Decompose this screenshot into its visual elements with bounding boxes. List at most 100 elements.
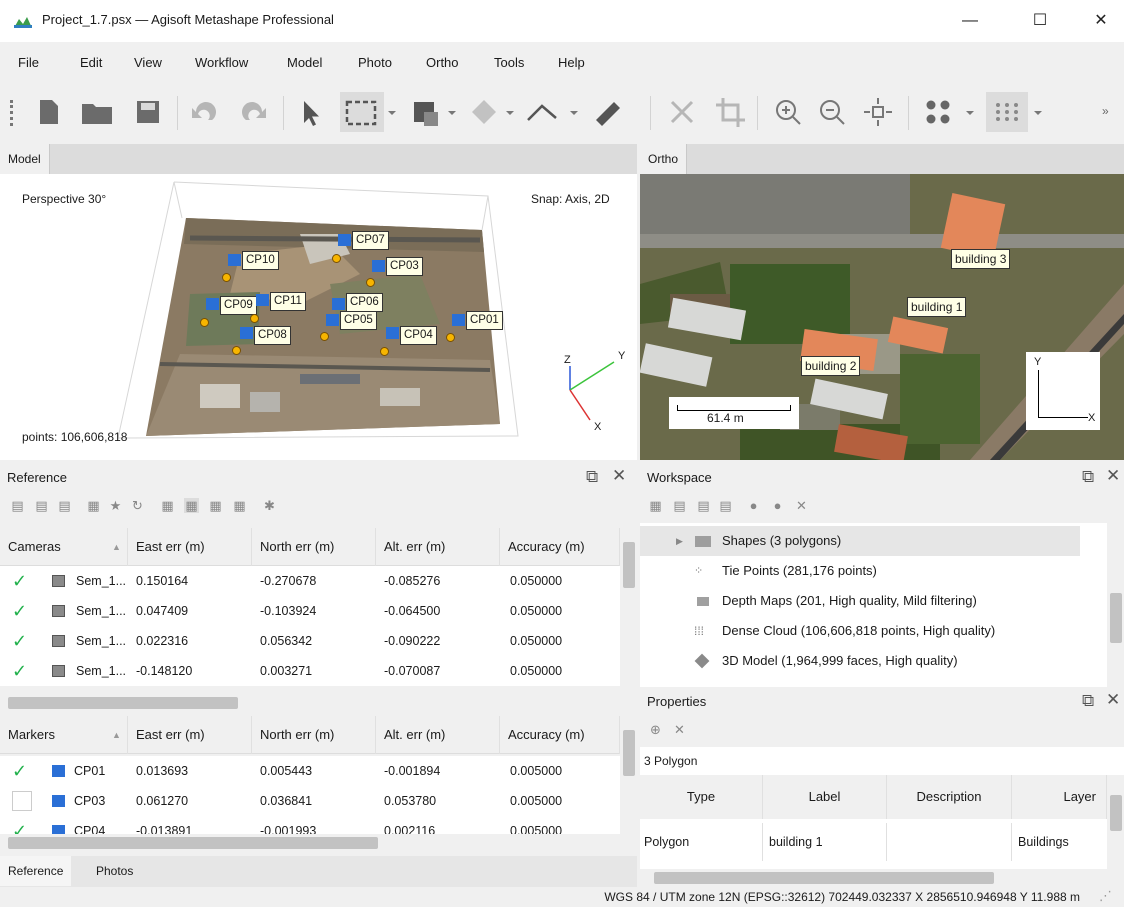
paint-selection-icon[interactable] [404, 92, 444, 132]
refresh-icon[interactable]: ↻ [130, 498, 145, 513]
expand-arrow-icon[interactable]: ▶ [676, 526, 683, 556]
marker-point[interactable] [320, 332, 329, 341]
col-type[interactable]: Type [640, 775, 763, 819]
add-chunk-icon[interactable]: ▦ [648, 498, 663, 513]
tree-item-tie-points[interactable]: ⁘ Tie Points (281,176 points) [640, 556, 1080, 586]
add-photos-icon[interactable]: ▤ [672, 498, 687, 513]
col-accuracy[interactable]: Accuracy (m) [500, 716, 620, 754]
checkmark-icon[interactable]: ✓ [12, 601, 32, 621]
maximize-button[interactable]: ☐ [1017, 6, 1063, 36]
col-markers[interactable]: Markers [0, 716, 128, 754]
menu-photo[interactable]: Photo [358, 55, 392, 70]
col-layer[interactable]: Layer [1012, 775, 1107, 819]
marker-cp09[interactable]: CP09 [220, 296, 257, 315]
tab-photos[interactable]: Photos [88, 856, 141, 886]
ruler-icon[interactable] [588, 92, 628, 132]
dense-cloud-icon[interactable] [986, 92, 1028, 132]
label-building-2[interactable]: building 2 [801, 356, 861, 376]
remove-icon[interactable]: ✕ [794, 498, 809, 513]
add-folder-icon[interactable]: ▤ [696, 498, 711, 513]
marker-point[interactable] [366, 278, 375, 287]
marker-tool-icon[interactable] [464, 92, 504, 132]
marker-dropdown-icon[interactable] [502, 92, 518, 132]
menu-file[interactable]: File [18, 55, 39, 70]
marker-point[interactable] [332, 254, 341, 263]
marker-point[interactable] [232, 346, 241, 355]
view-errors-icon[interactable]: ▦ [184, 498, 199, 513]
polyline-dropdown-icon[interactable] [566, 92, 582, 132]
camera-row[interactable]: ✓ Sem_1... 0.150164 -0.270678 -0.085276 … [0, 566, 620, 596]
properties-vscroll[interactable] [1107, 775, 1124, 869]
close-properties-icon[interactable]: ✕ [1106, 690, 1120, 710]
marker-cp06[interactable]: CP06 [346, 293, 383, 312]
toolbar-overflow-icon[interactable]: » [1102, 104, 1109, 118]
zoom-in-icon[interactable] [768, 92, 808, 132]
menu-edit[interactable]: Edit [80, 55, 102, 70]
undock-properties-icon[interactable]: ⧉ [1082, 691, 1094, 711]
resize-grip-icon[interactable]: ⋰ [1099, 888, 1112, 904]
marker-point[interactable] [200, 318, 209, 327]
marker-point[interactable] [222, 273, 231, 282]
marker-cp10[interactable]: CP10 [242, 251, 279, 270]
description-cell[interactable] [892, 823, 1012, 861]
view-variance-icon[interactable]: ▦ [208, 498, 223, 513]
label-building-3[interactable]: building 3 [951, 249, 1011, 269]
label-cell[interactable]: building 1 [769, 823, 887, 861]
marker-cp01[interactable]: CP01 [466, 311, 503, 330]
menu-view[interactable]: View [134, 55, 162, 70]
checkmark-icon[interactable]: ✓ [12, 821, 32, 834]
import-icon[interactable]: ▤ [10, 498, 25, 513]
redo-icon[interactable] [234, 92, 274, 132]
marker-cp04[interactable]: CP04 [400, 326, 437, 345]
navigation-pointer-icon[interactable] [290, 92, 330, 132]
marker-point[interactable] [250, 314, 259, 323]
markers-vscroll[interactable] [620, 716, 637, 832]
tab-model[interactable]: Model [0, 144, 50, 174]
cameras-vscroll[interactable] [620, 528, 637, 696]
marker-cp08[interactable]: CP08 [254, 326, 291, 345]
camera-row[interactable]: ✓ Sem_1... -0.148120 0.003271 -0.070087 … [0, 656, 620, 686]
ortho-viewport[interactable]: building 3 building 1 building 2 61.4 m … [640, 174, 1124, 460]
tree-item-depth-maps[interactable]: Depth Maps (201, High quality, Mild filt… [640, 586, 1080, 616]
marker-point[interactable] [380, 347, 389, 356]
menu-help[interactable]: Help [558, 55, 585, 70]
marker-row[interactable]: ✓ CP01 0.013693 0.005443 -0.001894 0.005… [0, 756, 620, 786]
dense-cloud-dropdown-icon[interactable] [1030, 92, 1046, 132]
polyline-tool-icon[interactable] [522, 92, 562, 132]
checkmark-icon[interactable]: ✓ [12, 661, 32, 681]
toolbar-grip[interactable] [10, 100, 14, 126]
new-document-icon[interactable] [28, 92, 68, 132]
col-east-err[interactable]: East err (m) [128, 716, 252, 754]
marker-point[interactable] [446, 333, 455, 342]
tab-ortho[interactable]: Ortho [640, 144, 688, 174]
undock-workspace-icon[interactable]: ⧉ [1082, 467, 1094, 487]
tab-reference[interactable]: Reference [0, 856, 72, 886]
convert-icon[interactable]: ▤ [57, 498, 72, 513]
marker-row[interactable]: CP03 0.061270 0.036841 0.053780 0.005000 [0, 786, 620, 816]
col-north-err[interactable]: North err (m) [252, 528, 376, 566]
markers-hscroll[interactable] [0, 834, 637, 851]
properties-row[interactable]: Polygon building 1 Buildings [640, 819, 1107, 869]
view-estimated-icon[interactable]: ▦ [232, 498, 247, 513]
calculator-icon[interactable]: ▦ [86, 498, 101, 513]
view-source-icon[interactable]: ▦ [160, 498, 175, 513]
close-reference-icon[interactable]: ✕ [612, 466, 626, 486]
col-accuracy[interactable]: Accuracy (m) [500, 528, 620, 566]
paint-dropdown-icon[interactable] [444, 92, 460, 132]
camera-row[interactable]: ✓ Sem_1... 0.047409 -0.103924 -0.064500 … [0, 596, 620, 626]
star-icon[interactable]: ★ [108, 498, 123, 513]
checkmark-icon[interactable]: ✓ [12, 631, 32, 651]
menu-ortho[interactable]: Ortho [426, 55, 459, 70]
checkmark-icon[interactable]: ✓ [12, 571, 32, 591]
workspace-vscroll[interactable] [1107, 523, 1124, 687]
marker-cp07[interactable]: CP07 [352, 231, 389, 250]
close-button[interactable]: ✕ [1078, 6, 1124, 36]
settings-icon[interactable]: ✱ [262, 498, 277, 513]
cameras-hscroll[interactable] [0, 694, 637, 711]
model-viewport[interactable]: Perspective 30° Snap: Axis, 2D points: 1… [0, 174, 637, 460]
checkbox-unchecked[interactable] [12, 791, 32, 811]
col-north-err[interactable]: North err (m) [252, 716, 376, 754]
tree-item-shapes[interactable]: ▶ Shapes (3 polygons) [640, 526, 1080, 556]
close-workspace-icon[interactable]: ✕ [1106, 466, 1120, 486]
camera-row[interactable]: ✓ Sem_1... 0.022316 0.056342 -0.090222 0… [0, 626, 620, 656]
